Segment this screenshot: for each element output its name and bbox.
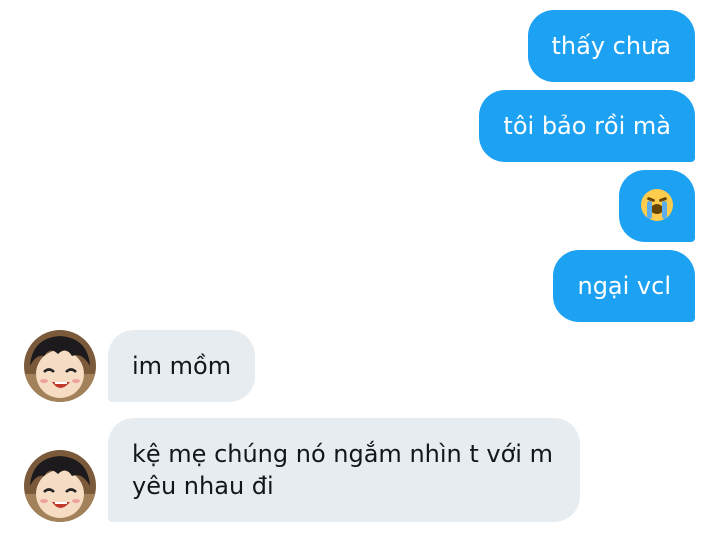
- message-text: im mồm: [132, 352, 232, 380]
- sent-message[interactable]: thấy chưa: [527, 10, 695, 82]
- avatar[interactable]: [24, 450, 96, 522]
- message-text: kệ mẹ chúng nó ngắm nhìn t với m yêu nha…: [132, 440, 553, 500]
- loudly-crying-face-icon: [641, 189, 673, 221]
- received-message[interactable]: im mồm: [108, 330, 256, 402]
- message-text: thấy chưa: [551, 32, 671, 60]
- message-text: ngại vcl: [577, 272, 671, 300]
- message-text: tôi bảo rồi mà: [503, 112, 671, 140]
- sent-emoji-message[interactable]: [619, 170, 695, 242]
- sent-message[interactable]: tôi bảo rồi mà: [479, 90, 695, 162]
- sent-message[interactable]: ngại vcl: [553, 250, 695, 322]
- avatar[interactable]: [24, 330, 96, 402]
- received-message[interactable]: kệ mẹ chúng nó ngắm nhìn t với m yêu nha…: [108, 418, 580, 522]
- anime-character-avatar-icon: [24, 330, 96, 402]
- anime-character-avatar-icon: [24, 450, 96, 522]
